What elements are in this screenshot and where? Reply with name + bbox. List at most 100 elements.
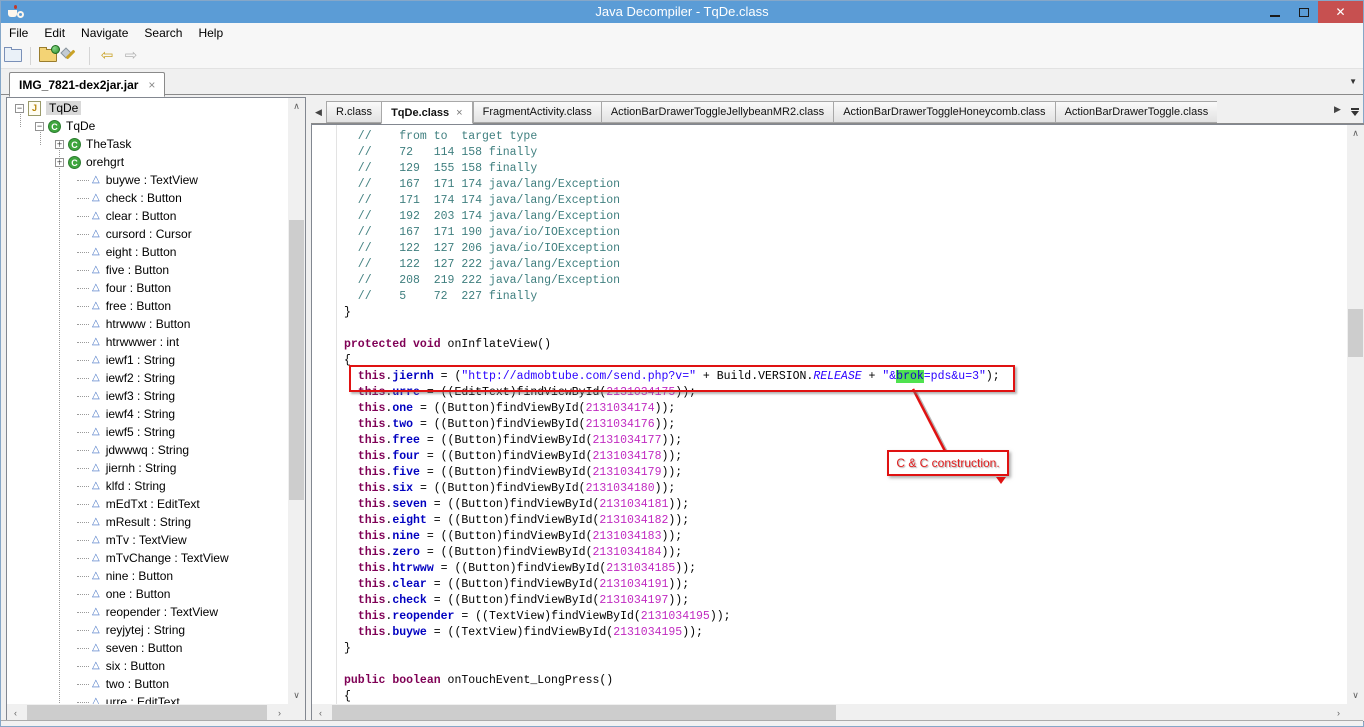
tree-item-iewf3[interactable]: △iewf3 : String (7, 387, 288, 405)
tree-item-cursord[interactable]: △cursord : Cursor (7, 225, 288, 243)
tree-item-check[interactable]: △check : Button (7, 189, 288, 207)
code-line: // 122 127 206 java/io/IOException (344, 241, 1347, 257)
tab-actionbardrawertogglehoneycomb-class[interactable]: ActionBarDrawerToggleHoneycomb.class (833, 101, 1054, 123)
tree-vertical-scrollbar[interactable]: ∧ ∨ (288, 98, 305, 704)
tree-hscroll-thumb[interactable] (27, 705, 267, 720)
menu-help[interactable]: Help (190, 24, 231, 42)
class-tab-label: ActionBarDrawerToggleJellybeanMR2.class (611, 106, 824, 118)
code-token: )); (710, 610, 731, 623)
menu-navigate[interactable]: Navigate (73, 24, 136, 42)
scroll-right-icon[interactable]: › (271, 704, 288, 721)
close-button[interactable]: ✕ (1318, 1, 1363, 23)
field-icon: △ (92, 661, 100, 671)
tree-item-buywe[interactable]: △buywe : TextView (7, 171, 288, 189)
tree-item-one[interactable]: △one : Button (7, 585, 288, 603)
tree-item-two[interactable]: △two : Button (7, 675, 288, 693)
tree-item-free[interactable]: △free : Button (7, 297, 288, 315)
tab-r-class[interactable]: R.class (326, 101, 381, 123)
menu-edit[interactable]: Edit (36, 24, 73, 42)
scroll-down-icon[interactable]: ∨ (288, 687, 305, 704)
class-tab-label: FragmentActivity.class (483, 106, 592, 118)
tab-scroll-right-icon[interactable]: ▶ (1330, 104, 1345, 120)
field-icon: △ (92, 607, 100, 617)
code-vscroll-thumb[interactable] (1348, 309, 1363, 357)
tree-item-eight[interactable]: △eight : Button (7, 243, 288, 261)
code-token: )); (675, 386, 696, 399)
code-token: )); (661, 450, 682, 463)
close-icon[interactable]: × (456, 107, 462, 119)
code-token: clear (392, 578, 427, 591)
tree-item-jdwwwq[interactable]: △jdwwwq : String (7, 441, 288, 459)
jar-tab-list-dropdown-icon[interactable]: ▼ (1349, 77, 1357, 86)
tab-fragmentactivity-class[interactable]: FragmentActivity.class (473, 101, 601, 123)
tree-item-iewf4[interactable]: △iewf4 : String (7, 405, 288, 423)
scroll-up-icon[interactable]: ∧ (1347, 125, 1364, 142)
collapse-icon[interactable]: − (35, 122, 44, 131)
tree-item-mtvchange[interactable]: △mTvChange : TextView (7, 549, 288, 567)
tree-item-iewf1[interactable]: △iewf1 : String (7, 351, 288, 369)
tree-item-orehgrt[interactable]: +Corehgrt (7, 153, 288, 171)
window-bottom-strip (1, 720, 1363, 726)
code-token: )); (655, 418, 676, 431)
minimize-button[interactable] (1260, 1, 1289, 23)
tree-item-tqde[interactable]: −CTqDe (7, 117, 288, 135)
decompiled-source-view[interactable]: C & C construction. // from to target ty… (312, 125, 1347, 704)
navigate-back-button[interactable]: ⇦ (95, 45, 119, 67)
tree-item-klfd[interactable]: △klfd : String (7, 477, 288, 495)
tab-list-dropdown-icon[interactable] (1349, 108, 1361, 116)
tree-item-reyjytej[interactable]: △reyjytej : String (7, 621, 288, 639)
tab-actionbardrawertogglejellybeanmr2-class[interactable]: ActionBarDrawerToggleJellybeanMR2.class (601, 101, 833, 123)
navigate-forward-button[interactable]: ⇨ (119, 45, 143, 67)
tree-item-urre[interactable]: △urre : EditText (7, 693, 288, 704)
tree-item-nine[interactable]: △nine : Button (7, 567, 288, 585)
tree-item-iewf5[interactable]: △iewf5 : String (7, 423, 288, 441)
restore-button[interactable] (1289, 1, 1318, 23)
java-file-icon: J (28, 101, 41, 116)
field-icon: △ (92, 373, 100, 383)
tree-vscroll-thumb[interactable] (289, 220, 304, 500)
tree-item-thetask[interactable]: +CTheTask (7, 135, 288, 153)
tree-connector-line (77, 414, 89, 415)
tree-item-reopender[interactable]: △reopender : TextView (7, 603, 288, 621)
tab-scroll-left-icon[interactable]: ◀ (311, 107, 326, 123)
code-vertical-scrollbar[interactable]: ∧ ∨ (1347, 125, 1364, 704)
open-file-button[interactable] (1, 45, 25, 67)
menu-file[interactable]: File (1, 24, 36, 42)
tree-item-htrwwwer[interactable]: △htrwwwer : int (7, 333, 288, 351)
collapse-icon[interactable]: − (15, 104, 24, 113)
tree-item-medtxt[interactable]: △mEdTxt : EditText (7, 495, 288, 513)
open-type-button[interactable] (36, 45, 60, 67)
code-token: this (358, 594, 386, 607)
tree-item-jiernh[interactable]: △jiernh : String (7, 459, 288, 477)
tree-horizontal-scrollbar[interactable]: ‹ › (7, 704, 288, 721)
tree-item-seven[interactable]: △seven : Button (7, 639, 288, 657)
field-icon: △ (92, 301, 100, 311)
code-hscroll-thumb[interactable] (332, 705, 836, 720)
field-icon: △ (92, 283, 100, 293)
tree-connector-line (77, 252, 89, 253)
menu-search[interactable]: Search (136, 24, 190, 42)
tree-item-four[interactable]: △four : Button (7, 279, 288, 297)
tree-item-five[interactable]: △five : Button (7, 261, 288, 279)
tab-actionbardrawertoggle-class[interactable]: ActionBarDrawerToggle.class (1055, 101, 1218, 123)
tree-item-mresult[interactable]: △mResult : String (7, 513, 288, 531)
tree-item-six[interactable]: △six : Button (7, 657, 288, 675)
search-button[interactable] (60, 45, 84, 67)
scroll-left-icon[interactable]: ‹ (312, 704, 329, 721)
scroll-left-icon[interactable]: ‹ (7, 704, 24, 721)
code-horizontal-scrollbar[interactable]: ‹ › (312, 704, 1347, 721)
tree-item-mtv[interactable]: △mTv : TextView (7, 531, 288, 549)
scroll-down-icon[interactable]: ∨ (1347, 687, 1364, 704)
tab-tqde-class[interactable]: TqDe.class× (381, 101, 473, 124)
class-tab-label: R.class (336, 106, 372, 118)
close-icon[interactable]: × (148, 78, 155, 92)
scroll-right-icon[interactable]: › (1330, 704, 1347, 721)
tree-item-tqde[interactable]: −JTqDe (7, 99, 288, 117)
field-icon: △ (92, 679, 100, 689)
code-token: = ( (434, 370, 462, 383)
tree-item-clear[interactable]: △clear : Button (7, 207, 288, 225)
tree-item-htrwww[interactable]: △htrwww : Button (7, 315, 288, 333)
tab-jar-file[interactable]: IMG_7821-dex2jar.jar × (9, 72, 165, 97)
tree-item-iewf2[interactable]: △iewf2 : String (7, 369, 288, 387)
scroll-up-icon[interactable]: ∧ (288, 98, 305, 115)
